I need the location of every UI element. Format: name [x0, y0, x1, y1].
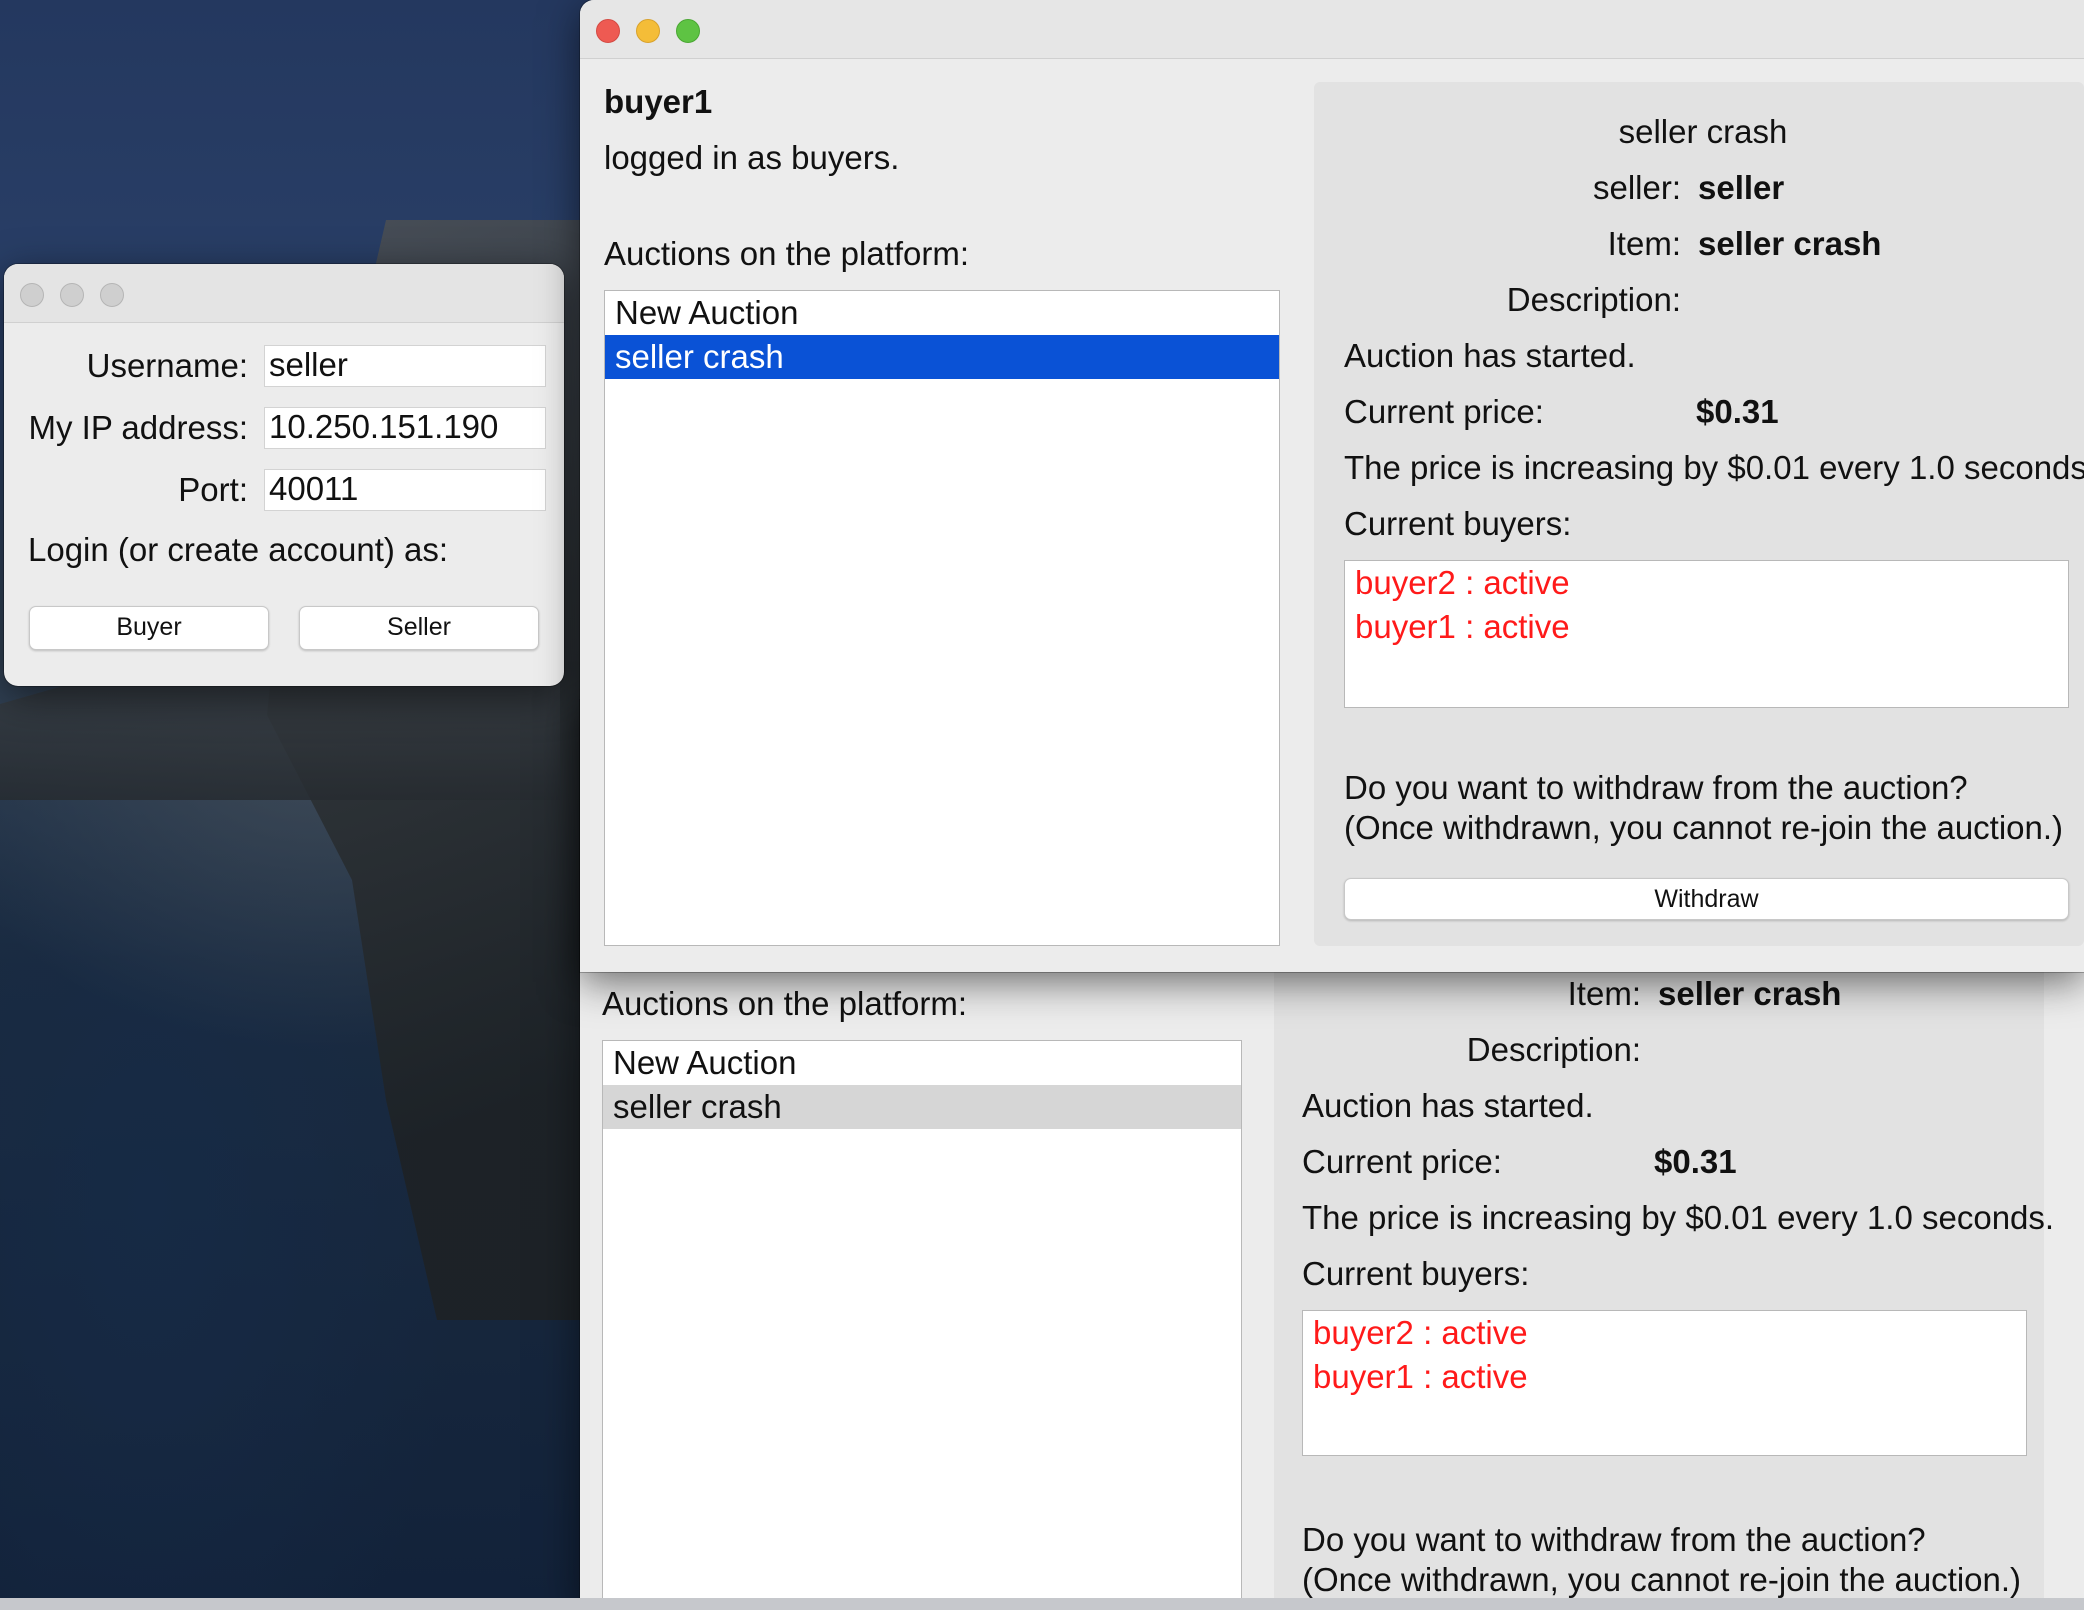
login-window[interactable]: Username: seller My IP address: 10.250.1…: [4, 264, 564, 686]
price-label: Current price:: [1344, 393, 1544, 430]
login-prompt: Login (or create account) as:: [28, 531, 449, 568]
close-button[interactable]: [596, 19, 620, 43]
price-label: Current price:: [1302, 1143, 1502, 1180]
item-label: Item:: [1567, 975, 1641, 1012]
auction-status: Auction has started.: [1344, 337, 1636, 374]
buyer-entry: buyer2 : active: [1355, 564, 1570, 601]
auction-detail-panel: Item: seller crash Description: Auction …: [1274, 970, 2054, 1610]
withdraw-button[interactable]: Withdraw: [1344, 878, 2069, 920]
auction-detail-panel: seller crash seller: seller Item: seller…: [1314, 82, 2084, 946]
buyers-list: buyer2 : active buyer1 : active: [1344, 560, 2069, 708]
current-buyers-label: Current buyers:: [1302, 1255, 1530, 1292]
dock-edge: [0, 1598, 2084, 1610]
minimize-button[interactable]: [636, 19, 660, 43]
buyers-list: buyer2 : active buyer1 : active: [1302, 1310, 2027, 1456]
logged-in-username: buyer1: [604, 83, 713, 120]
buyer-button[interactable]: Buyer: [29, 606, 269, 650]
item-label: Item:: [1607, 225, 1681, 262]
auction-status: Auction has started.: [1302, 1087, 1594, 1124]
auction-list[interactable]: New Auction seller crash: [604, 290, 1280, 946]
minimize-button[interactable]: [60, 283, 84, 307]
ip-label: My IP address:: [28, 409, 248, 446]
close-button[interactable]: [20, 283, 44, 307]
auction-list-item[interactable]: New Auction: [603, 1041, 1241, 1085]
auctions-label: Auctions on the platform:: [602, 985, 968, 1022]
description-label: Description:: [1506, 281, 1681, 318]
auction-title: seller crash: [1618, 113, 1788, 150]
zoom-button[interactable]: [100, 283, 124, 307]
zoom-button[interactable]: [676, 19, 700, 43]
login-titlebar[interactable]: [4, 264, 564, 323]
seller-value: seller: [1698, 169, 1785, 206]
withdraw-question: Do you want to withdraw from the auction…: [1344, 769, 1968, 806]
seller-button[interactable]: Seller: [299, 606, 539, 650]
seller-label: seller:: [1592, 169, 1681, 206]
withdraw-question: Do you want to withdraw from the auction…: [1302, 1521, 1926, 1558]
price-increase-text: The price is increasing by $0.01 every 1…: [1302, 1199, 2055, 1236]
item-value: seller crash: [1658, 975, 1842, 1012]
price-value: $0.31: [1696, 393, 1779, 430]
withdraw-note: (Once withdrawn, you cannot re-join the …: [1302, 1561, 2022, 1598]
buyer-entry: buyer1 : active: [1355, 608, 1570, 645]
login-status: logged in as buyers.: [604, 139, 900, 176]
current-buyers-label: Current buyers:: [1344, 505, 1572, 542]
username-label: Username:: [86, 347, 248, 384]
price-value: $0.31: [1654, 1143, 1737, 1180]
port-field[interactable]: 40011: [264, 469, 546, 511]
auction-list-item-selected[interactable]: seller crash: [605, 335, 1279, 379]
auctions-label: Auctions on the platform:: [604, 235, 970, 272]
price-increase-text: The price is increasing by $0.01 every 1…: [1344, 449, 2084, 486]
username-field[interactable]: seller: [264, 345, 546, 387]
buyer-window-titlebar[interactable]: [580, 0, 2084, 59]
description-label: Description:: [1466, 1031, 1641, 1068]
buyer-entry: buyer1 : active: [1313, 1358, 1528, 1395]
ip-field[interactable]: 10.250.151.190: [264, 407, 546, 449]
withdraw-note: (Once withdrawn, you cannot re-join the …: [1344, 809, 2064, 846]
auction-list-item[interactable]: New Auction: [605, 291, 1279, 335]
port-label: Port:: [178, 471, 248, 508]
buyer-entry: buyer2 : active: [1313, 1314, 1528, 1351]
auction-list-item-selected[interactable]: seller crash: [603, 1085, 1241, 1129]
item-value: seller crash: [1698, 225, 1882, 262]
auction-list[interactable]: New Auction seller crash: [602, 1040, 1242, 1610]
buyer-auction-window[interactable]: buyer1 logged in as buyers. Auctions on …: [580, 0, 2084, 972]
